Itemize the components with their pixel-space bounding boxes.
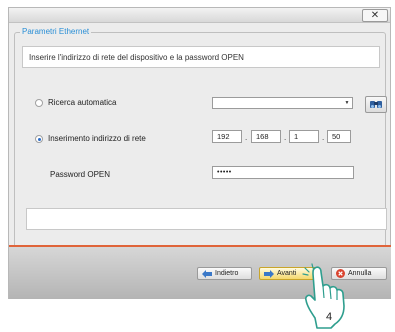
arrow-left-icon [202,269,212,278]
title-bar: ✕ [9,8,390,23]
ip-dot-2: . [284,133,287,142]
ip-octet-3[interactable]: 1 [289,130,319,143]
ip-dot-1: . [245,133,248,142]
password-field[interactable]: ••••• [212,166,354,179]
close-button[interactable]: ✕ [362,9,388,22]
ip-octet-2-value: 168 [256,132,269,141]
ip-octet-3-value: 1 [294,132,299,141]
group-legend: Parametri Ethernet [20,27,92,36]
chevron-down-icon: ▼ [344,100,350,106]
status-area [26,208,387,230]
back-button-label: Indietro [215,270,239,277]
ip-octet-4-value: 50 [332,132,341,141]
binoculars-icon [370,101,382,108]
instruction-label: Inserire l'indirizzo di rete del disposi… [29,53,244,62]
hand-pointer-icon: 4 [302,263,345,329]
back-button[interactable]: Indietro [197,267,252,280]
next-button-label: Avanti [277,270,297,277]
instruction-text: Inserire l'indirizzo di rete del disposi… [22,46,380,68]
arrow-right-icon [264,269,274,278]
auto-search-radio[interactable] [35,99,43,107]
ip-octet-1[interactable]: 192 [212,130,242,143]
manual-address-label: Inserimento indirizzo di rete [48,134,146,143]
ip-octet-4[interactable]: 50 [327,130,351,143]
auto-search-label: Ricerca automatica [48,98,117,107]
search-button[interactable] [365,96,387,113]
auto-search-dropdown[interactable]: ▼ [212,97,353,109]
manual-address-radio[interactable] [35,135,43,143]
password-value: ••••• [217,169,232,176]
ip-octet-2[interactable]: 168 [251,130,281,143]
ip-octet-1-value: 192 [217,132,230,141]
close-icon: ✕ [370,9,380,21]
password-label: Password OPEN [50,170,111,179]
step-number: 4 [326,311,332,323]
ip-dot-3: . [322,133,325,142]
